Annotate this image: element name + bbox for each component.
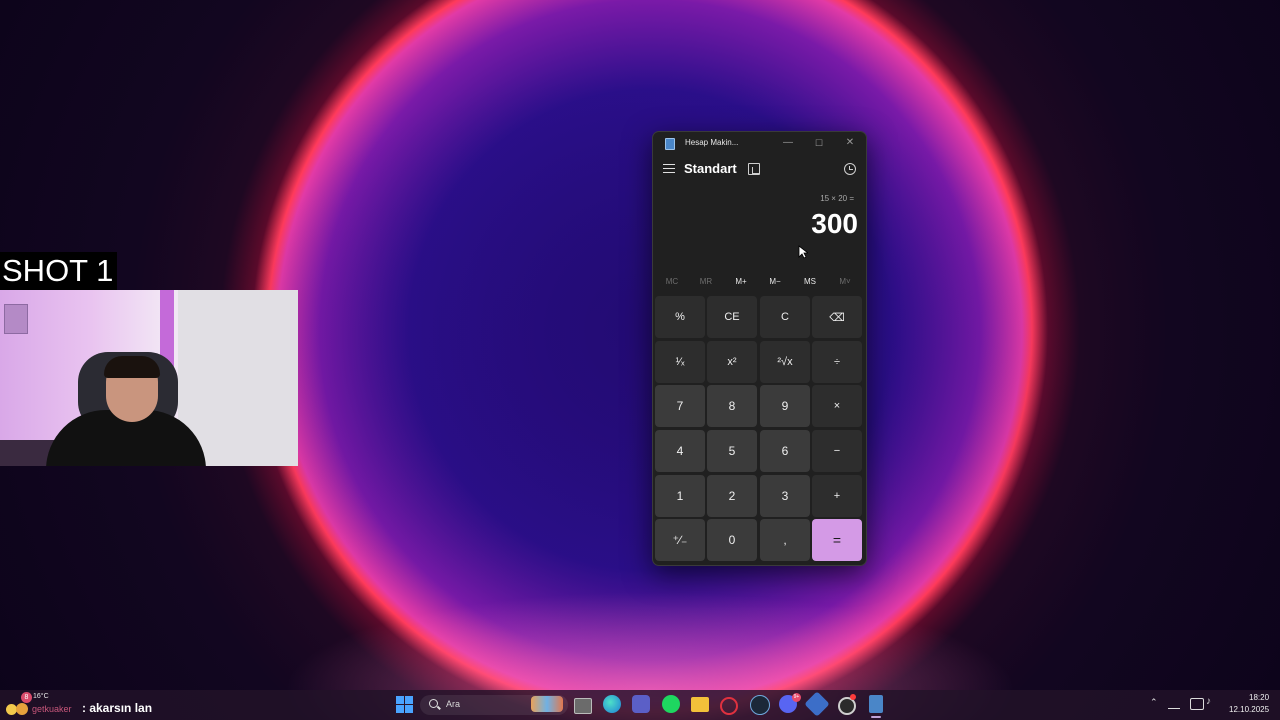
minimize-button[interactable]: — xyxy=(775,135,801,151)
wall-frame xyxy=(4,304,28,334)
digit-8-button[interactable]: 8 xyxy=(707,385,757,427)
clock-date[interactable]: 12.10.2025 xyxy=(1229,705,1269,714)
discord-notification-badge: 9+ xyxy=(792,693,801,702)
digit-7-button[interactable]: 7 xyxy=(655,385,705,427)
search-placeholder: Ara xyxy=(446,699,461,709)
calculator-window: Hesap Makin... — ☐ ✕ Standart 15 × 20 = … xyxy=(652,131,867,566)
digit-5-button[interactable]: 5 xyxy=(707,430,757,472)
equals-button[interactable]: = xyxy=(812,519,862,561)
search-icon xyxy=(429,699,438,708)
divide-button[interactable]: ÷ xyxy=(812,341,862,383)
add-button[interactable]: + xyxy=(812,475,862,517)
memory-add-button[interactable]: M+ xyxy=(724,274,758,290)
start-button-icon[interactable] xyxy=(396,696,413,713)
clear-entry-button[interactable]: CE xyxy=(707,296,757,338)
maximize-button[interactable]: ☐ xyxy=(806,135,832,151)
edge-icon[interactable] xyxy=(603,695,621,713)
chat-message: : akarsın lan xyxy=(82,701,153,715)
chat-badge-icon xyxy=(16,703,28,715)
digit-6-button[interactable]: 6 xyxy=(760,430,810,472)
recording-dot-icon xyxy=(850,694,856,700)
teams-icon[interactable] xyxy=(632,695,650,713)
memory-list-button[interactable]: M˅ xyxy=(828,274,862,290)
percent-button[interactable]: % xyxy=(655,296,705,338)
title-bar[interactable]: Hesap Makin... — ☐ ✕ xyxy=(653,132,866,154)
result-display: 300 xyxy=(811,208,858,239)
multiply-button[interactable]: × xyxy=(812,385,862,427)
backspace-button[interactable]: ⌫ xyxy=(812,296,862,338)
memory-store-button[interactable]: MS xyxy=(793,274,827,290)
spotify-icon[interactable] xyxy=(662,695,680,713)
keep-on-top-icon[interactable] xyxy=(748,163,760,175)
weather-temperature[interactable]: 16°C xyxy=(33,693,49,700)
chat-username: getkuaker xyxy=(32,704,72,714)
negate-button[interactable]: ⁺∕₋ xyxy=(655,519,705,561)
tray-overflow-chevron-icon[interactable]: ⌃ xyxy=(1150,697,1158,708)
webcam-person-hair xyxy=(104,356,160,378)
calculator-app-icon xyxy=(665,138,675,150)
mode-title: Standart xyxy=(684,161,737,176)
weather-badge: 8 xyxy=(21,692,32,703)
digit-2-button[interactable]: 2 xyxy=(707,475,757,517)
subtract-button[interactable]: − xyxy=(812,430,862,472)
memory-subtract-button[interactable]: M− xyxy=(758,274,792,290)
calculator-taskbar-icon[interactable] xyxy=(869,695,883,713)
task-view-icon[interactable] xyxy=(574,698,592,714)
digit-9-button[interactable]: 9 xyxy=(760,385,810,427)
active-app-indicator xyxy=(871,716,881,718)
digit-1-button[interactable]: 1 xyxy=(655,475,705,517)
history-icon[interactable] xyxy=(844,163,856,175)
volume-icon[interactable] xyxy=(1206,696,1218,708)
shot-label: SHOT 1 xyxy=(0,252,118,290)
clear-button[interactable]: C xyxy=(760,296,810,338)
digit-4-button[interactable]: 4 xyxy=(655,430,705,472)
square-button[interactable]: x² xyxy=(707,341,757,383)
memory-row: MC MR M+ M− MS M˅ xyxy=(653,274,866,290)
digit-0-button[interactable]: 0 xyxy=(707,519,757,561)
square-root-button[interactable]: ²√x xyxy=(760,341,810,383)
steam-icon[interactable] xyxy=(750,695,770,715)
memory-clear-button[interactable]: MC xyxy=(655,274,689,290)
search-highlight-icon[interactable] xyxy=(531,696,563,712)
memory-recall-button[interactable]: MR xyxy=(689,274,723,290)
window-title: Hesap Makin... xyxy=(685,138,739,147)
digit-3-button[interactable]: 3 xyxy=(760,475,810,517)
webcam-overlay xyxy=(0,290,298,466)
decimal-separator-button[interactable]: , xyxy=(760,519,810,561)
network-icon[interactable] xyxy=(1168,698,1180,709)
file-explorer-icon[interactable] xyxy=(691,697,709,712)
reciprocal-button[interactable]: ¹⁄ₓ xyxy=(655,341,705,383)
opera-gx-icon[interactable] xyxy=(720,697,738,715)
display-icon[interactable] xyxy=(1190,698,1204,710)
expression-display: 15 × 20 = xyxy=(820,194,854,203)
hamburger-menu-icon[interactable] xyxy=(663,164,675,174)
clock-time[interactable]: 18:20 xyxy=(1249,693,1269,702)
close-button[interactable]: ✕ xyxy=(837,135,863,151)
